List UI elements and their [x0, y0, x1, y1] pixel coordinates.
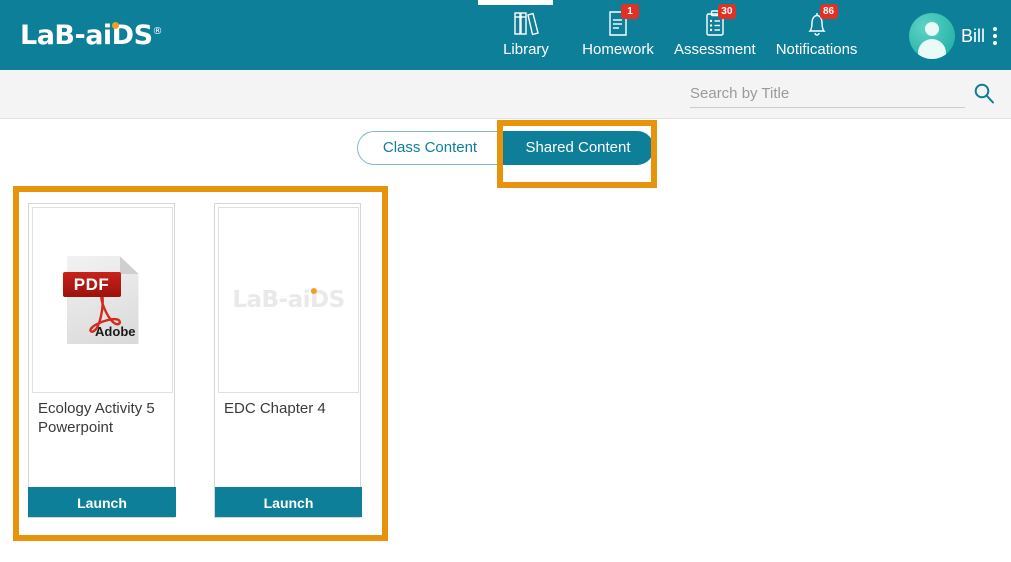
nav-item-notifications[interactable]: 86 Notifications [766, 8, 868, 58]
books-icon [509, 8, 543, 38]
tab-shared-content[interactable]: Shared Content [502, 131, 654, 165]
pdf-adobe-icon: PDF Adobe [67, 256, 139, 344]
nav-label-homework: Homework [582, 41, 654, 58]
watermark-text: LaB-aiDS [232, 287, 344, 313]
badge-notifications: 86 [820, 4, 838, 19]
logo-orange-dot [112, 22, 119, 29]
kebab-dot-1 [993, 27, 997, 31]
card-thumbnail[interactable]: PDF Adobe [32, 207, 173, 393]
card-title: Ecology Activity 5 Powerpoint [38, 399, 166, 437]
nav-label-assessment: Assessment [674, 41, 756, 58]
app-header: LaB-aiDS® Library [0, 0, 1011, 70]
kebab-menu-icon[interactable] [991, 25, 999, 47]
nav-label-library: Library [490, 41, 562, 58]
nav-item-library[interactable]: Library [480, 8, 572, 58]
adobe-label: Adobe [95, 324, 135, 339]
card-thumbnail[interactable]: LaB-aiDS [218, 207, 359, 393]
launch-button[interactable]: Launch [28, 487, 176, 517]
avatar-head [925, 22, 939, 36]
kebab-dot-2 [993, 34, 997, 38]
content-card[interactable]: PDF Adobe Ecology Activity 5 Powerpoint … [28, 203, 175, 518]
kebab-dot-3 [993, 41, 997, 45]
bell-icon: 86 [800, 8, 834, 38]
badge-homework: 1 [621, 4, 639, 19]
tab-class-content[interactable]: Class Content [357, 131, 502, 165]
nav-item-homework[interactable]: 1 Homework [572, 8, 664, 58]
content-scope-toggle: Class Content Shared Content [357, 131, 654, 165]
watermark-orange-dot [310, 288, 316, 294]
launch-button[interactable]: Launch [215, 487, 362, 517]
active-tab-indicator [478, 0, 553, 5]
search-icon[interactable] [973, 82, 995, 109]
document-icon: 1 [601, 8, 635, 38]
nav-label-notifications: Notifications [776, 41, 858, 58]
avatar-body [918, 39, 946, 59]
badge-assessment: 30 [718, 4, 736, 19]
logo-text: LaB-aiDS [20, 20, 153, 51]
content-card[interactable]: LaB-aiDS EDC Chapter 4 Launch [214, 203, 361, 518]
user-avatar-icon[interactable] [909, 13, 955, 59]
pdf-label-band: PDF [63, 272, 121, 297]
main-navigation: Library 1 Homework [480, 8, 867, 58]
lab-aids-watermark: LaB-aiDS [232, 287, 344, 313]
card-title: EDC Chapter 4 [224, 399, 352, 418]
logo-registered-mark: ® [153, 26, 163, 37]
user-name: Bill [961, 26, 985, 47]
clipboard-icon: 30 [698, 8, 732, 38]
nav-item-assessment[interactable]: 30 Assessment [664, 8, 766, 58]
search-input[interactable] [690, 85, 965, 108]
user-area[interactable]: Bill [909, 13, 999, 59]
lab-aids-logo[interactable]: LaB-aiDS® [20, 20, 162, 51]
